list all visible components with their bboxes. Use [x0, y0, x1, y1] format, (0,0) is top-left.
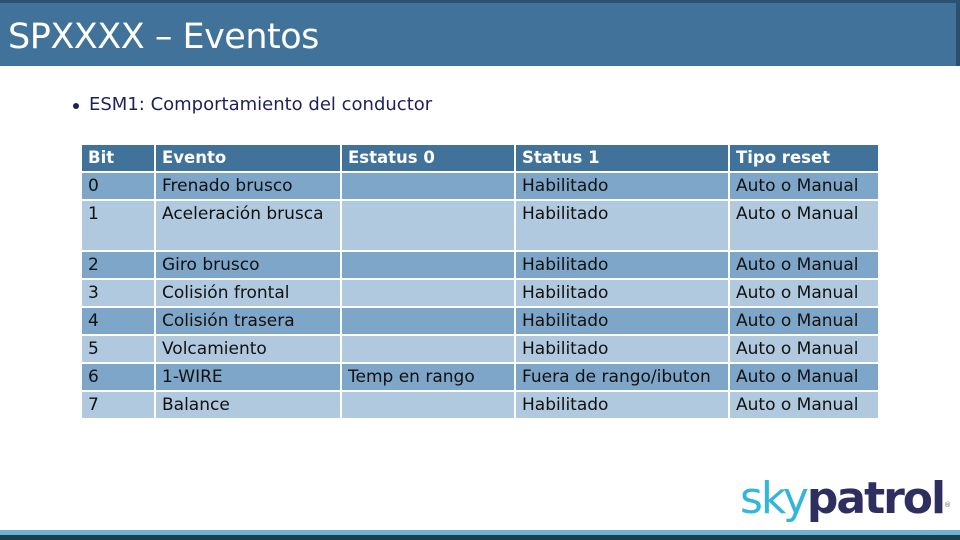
skypatrol-logo: skypatrol®: [740, 474, 951, 524]
cell-estatus-0: [342, 280, 514, 306]
cell-bit: 6: [82, 364, 154, 390]
table-row: 0 Frenado brusco Habilitado Auto o Manua…: [82, 173, 878, 199]
table-row: 3 Colisión frontal Habilitado Auto o Man…: [82, 280, 878, 306]
cell-tipo-reset: Auto o Manual: [730, 173, 878, 199]
header-tipo-reset: Tipo reset: [730, 145, 878, 171]
cell-estatus-0: [342, 336, 514, 362]
cell-bit: 5: [82, 336, 154, 362]
cell-status-1: Habilitado: [516, 336, 728, 362]
cell-status-1: Habilitado: [516, 392, 728, 418]
cell-tipo-reset: Auto o Manual: [730, 252, 878, 278]
table-row: 4 Colisión trasera Habilitado Auto o Man…: [82, 308, 878, 334]
bullet-item: ESM1: Comportamiento del conductor: [73, 94, 432, 115]
logo-sky-text: sky: [740, 473, 809, 524]
cell-tipo-reset: Auto o Manual: [730, 201, 878, 250]
cell-estatus-0: [342, 201, 514, 250]
cell-evento: Colisión trasera: [156, 308, 340, 334]
cell-tipo-reset: Auto o Manual: [730, 364, 878, 390]
cell-bit: 1: [82, 201, 154, 250]
cell-evento: Giro brusco: [156, 252, 340, 278]
cell-evento: Balance: [156, 392, 340, 418]
title-bar: SPXXXX – Eventos: [0, 0, 960, 66]
cell-evento: Volcamiento: [156, 336, 340, 362]
header-status-1: Status 1: [516, 145, 728, 171]
cell-bit: 2: [82, 252, 154, 278]
header-bit: Bit: [82, 145, 154, 171]
table-row: 7 Balance Habilitado Auto o Manual: [82, 392, 878, 418]
header-evento: Evento: [156, 145, 340, 171]
registered-mark-icon: ®: [944, 501, 952, 509]
cell-status-1: Habilitado: [516, 201, 728, 250]
cell-estatus-0: [342, 392, 514, 418]
cell-bit: 3: [82, 280, 154, 306]
footer-stripe-dark: [0, 535, 960, 540]
logo-patrol-text: patrol: [806, 473, 946, 524]
cell-status-1: Habilitado: [516, 173, 728, 199]
table-row: 6 1-WIRE Temp en rango Fuera de rango/ib…: [82, 364, 878, 390]
cell-bit: 7: [82, 392, 154, 418]
cell-tipo-reset: Auto o Manual: [730, 308, 878, 334]
cell-tipo-reset: Auto o Manual: [730, 392, 878, 418]
cell-tipo-reset: Auto o Manual: [730, 336, 878, 362]
table-row: 1 Aceleración brusca Habilitado Auto o M…: [82, 201, 878, 250]
cell-evento: Colisión frontal: [156, 280, 340, 306]
events-table: Bit Evento Estatus 0 Status 1 Tipo reset…: [80, 143, 880, 420]
cell-evento: Aceleración brusca: [156, 201, 340, 250]
cell-status-1: Habilitado: [516, 280, 728, 306]
cell-status-1: Habilitado: [516, 308, 728, 334]
cell-bit: 4: [82, 308, 154, 334]
cell-estatus-0: Temp en rango: [342, 364, 514, 390]
cell-tipo-reset: Auto o Manual: [730, 280, 878, 306]
cell-status-1: Fuera de rango/ibuton: [516, 364, 728, 390]
header-estatus-0: Estatus 0: [342, 145, 514, 171]
table-row: 5 Volcamiento Habilitado Auto o Manual: [82, 336, 878, 362]
bullet-text: ESM1: Comportamiento del conductor: [89, 94, 433, 115]
cell-estatus-0: [342, 173, 514, 199]
cell-estatus-0: [342, 252, 514, 278]
cell-bit: 0: [82, 173, 154, 199]
table-row: 2 Giro brusco Habilitado Auto o Manual: [82, 252, 878, 278]
cell-evento: 1-WIRE: [156, 364, 340, 390]
bullet-dot-icon: [73, 102, 79, 109]
cell-estatus-0: [342, 308, 514, 334]
slide-title: SPXXXX – Eventos: [8, 17, 319, 57]
cell-status-1: Habilitado: [516, 252, 728, 278]
cell-evento: Frenado brusco: [156, 173, 340, 199]
table-header-row: Bit Evento Estatus 0 Status 1 Tipo reset: [82, 145, 878, 171]
